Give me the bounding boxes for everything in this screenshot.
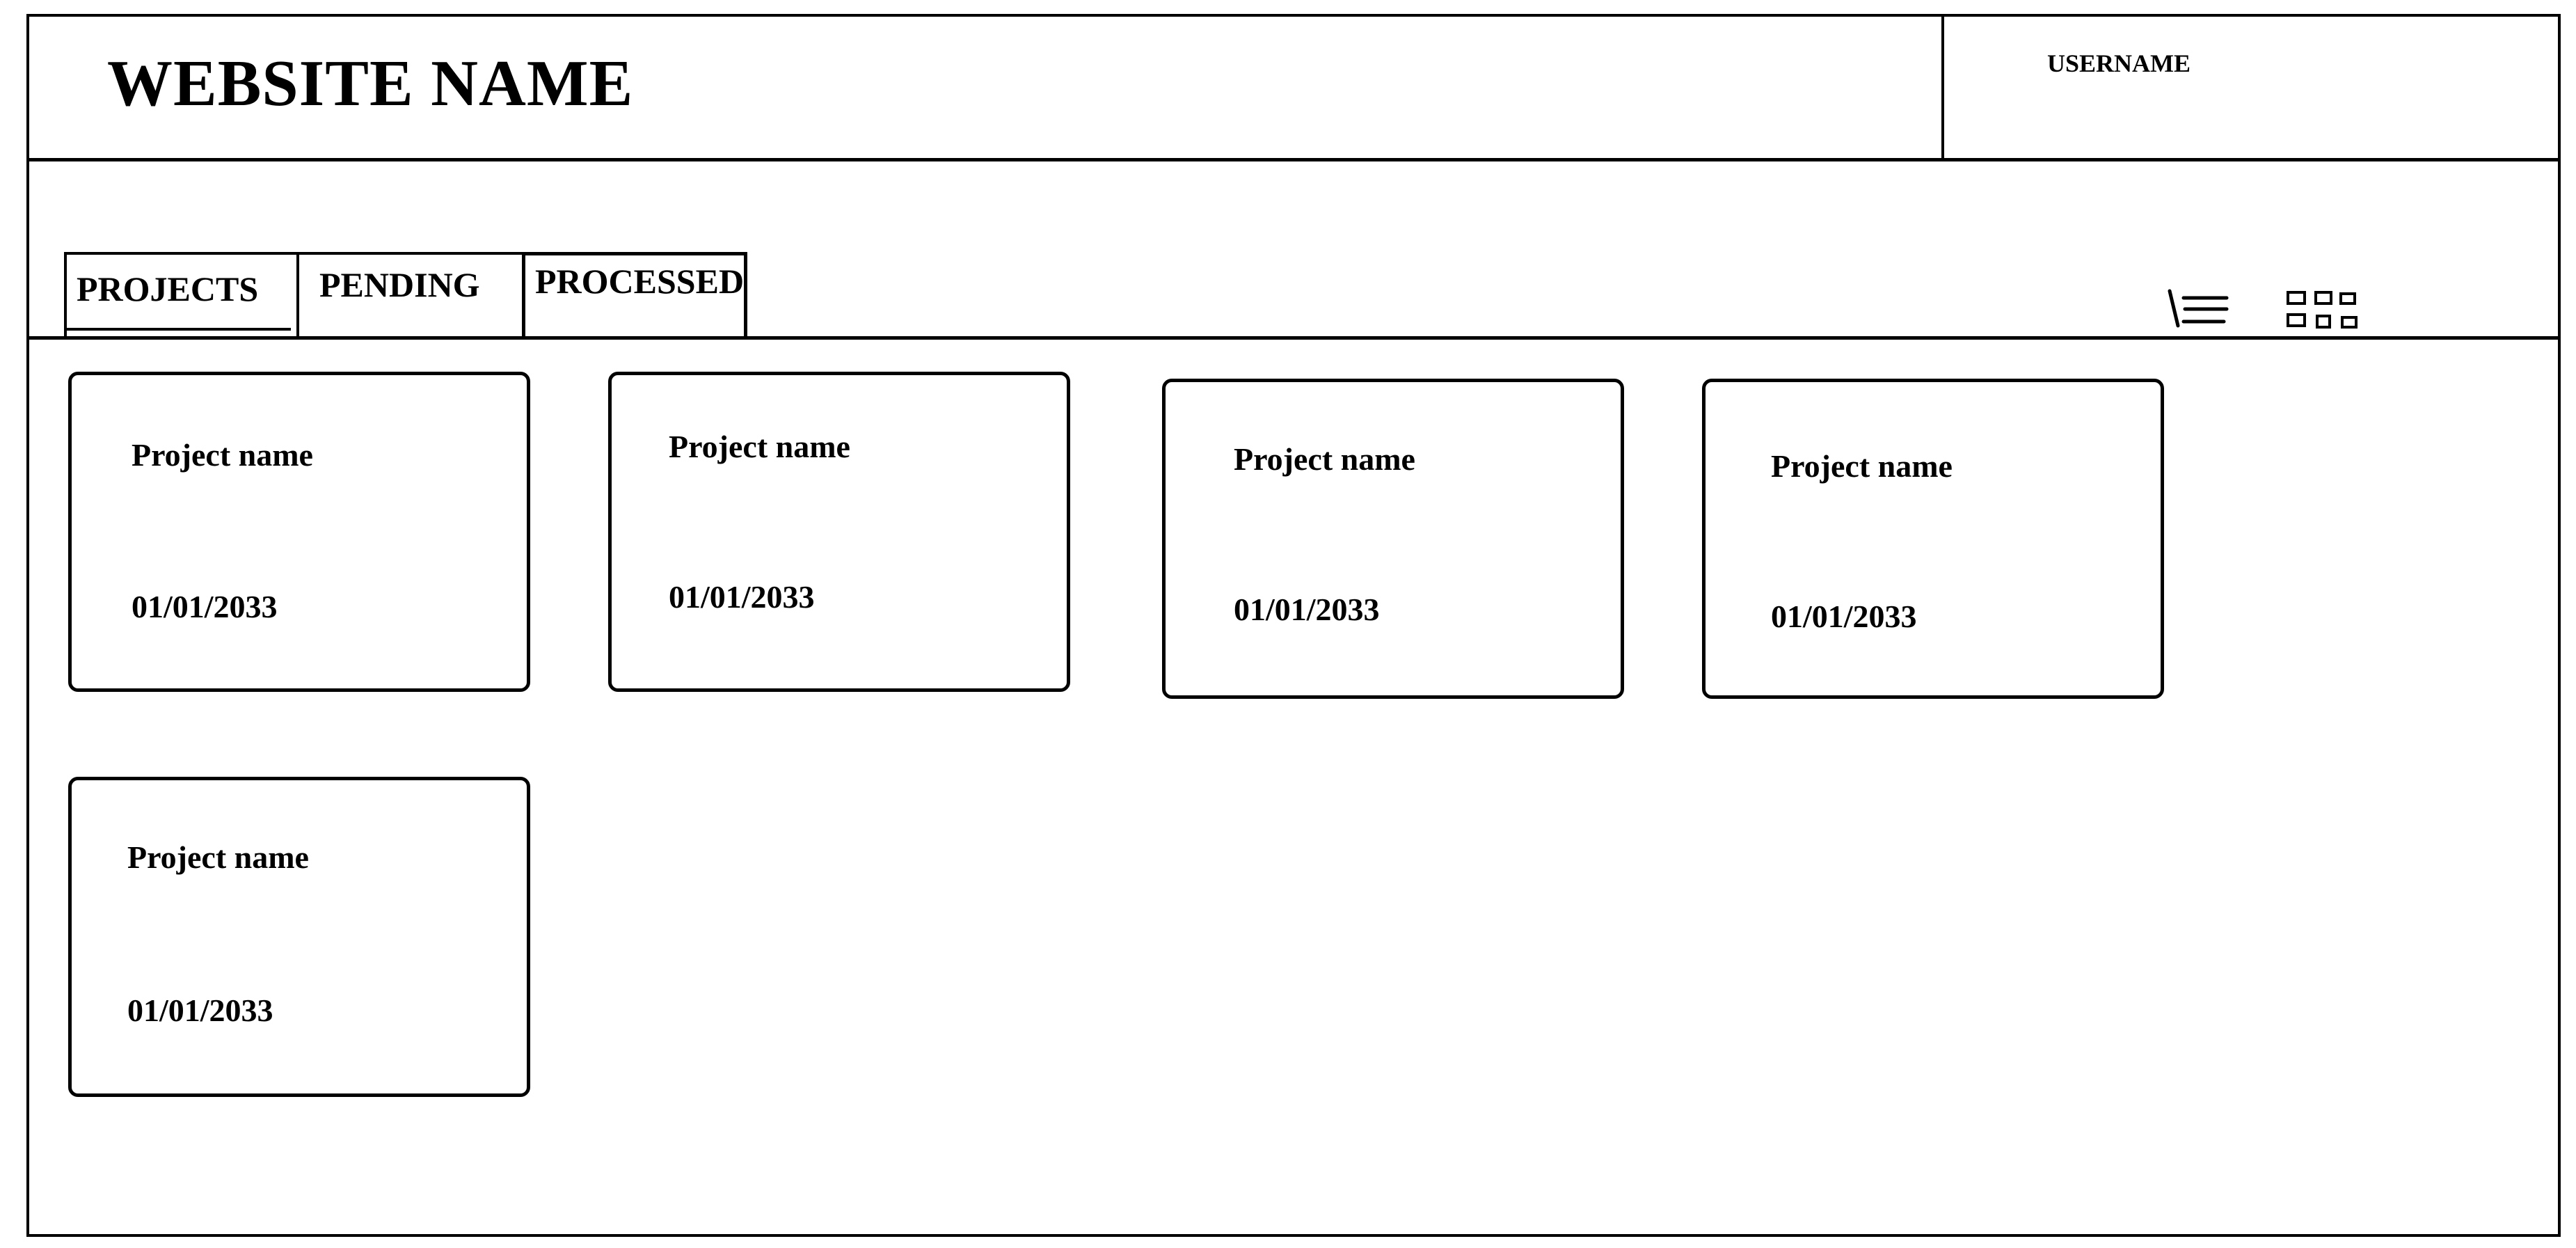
- list-view-icon[interactable]: [2167, 288, 2231, 329]
- user-panel[interactable]: [1941, 14, 2561, 161]
- tab-processed[interactable]: PROCESSED: [522, 252, 747, 340]
- project-date: 01/01/2033: [127, 993, 273, 1028]
- tab-projects[interactable]: PROJECTS: [64, 252, 299, 340]
- toolbar-divider: [26, 336, 2561, 340]
- tab-processed-label: PROCESSED: [535, 262, 745, 301]
- project-card[interactable]: Project name 01/01/2033: [608, 372, 1070, 692]
- site-title: WEBSITE NAME: [107, 47, 634, 120]
- tab-pending[interactable]: PENDING: [296, 252, 525, 340]
- project-card[interactable]: Project name 01/01/2033: [1702, 379, 2164, 699]
- project-name: Project name: [669, 429, 850, 464]
- tab-pending-label: PENDING: [319, 265, 480, 304]
- project-name: Project name: [132, 437, 313, 473]
- project-date: 01/01/2033: [1234, 592, 1380, 627]
- active-tab-underline: [67, 328, 291, 331]
- grid-view-icon[interactable]: [2285, 288, 2363, 331]
- project-name: Project name: [127, 839, 309, 875]
- project-name: Project name: [1234, 441, 1415, 477]
- project-card[interactable]: Project name 01/01/2033: [68, 777, 530, 1097]
- project-card[interactable]: Project name 01/01/2033: [1162, 379, 1624, 699]
- project-card[interactable]: Project name 01/01/2033: [68, 372, 530, 692]
- tab-projects-label: PROJECTS: [77, 269, 259, 308]
- project-name: Project name: [1771, 448, 1953, 484]
- project-date: 01/01/2033: [1771, 599, 1917, 634]
- username-label[interactable]: USERNAME: [2047, 49, 2191, 78]
- project-date: 01/01/2033: [669, 579, 815, 615]
- project-date: 01/01/2033: [132, 589, 278, 624]
